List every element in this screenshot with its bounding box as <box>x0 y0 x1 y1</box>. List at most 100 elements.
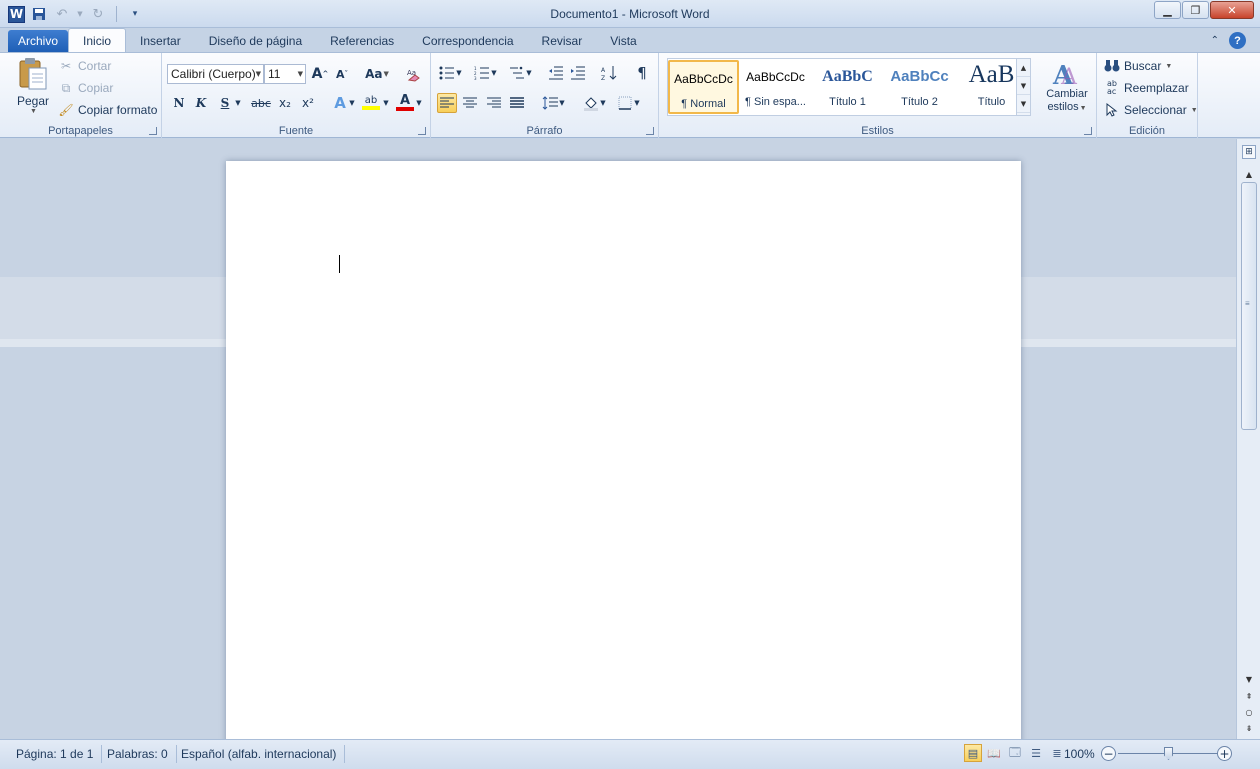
align-center-icon[interactable] <box>460 93 480 113</box>
format-painter-button[interactable]: 🖌 Copiar formato <box>58 102 157 118</box>
bold-icon[interactable]: N <box>169 93 189 113</box>
scroll-down-icon[interactable]: ▼ <box>1241 672 1257 686</box>
superscript-icon[interactable]: x² <box>298 93 318 113</box>
style-sin-espaciado-name: ¶ Sin espa... <box>745 96 806 108</box>
strikethrough-icon[interactable]: abc <box>250 93 272 113</box>
text-effects-dropdown-icon[interactable]: ▼ <box>348 93 356 113</box>
close-icon[interactable]: ✕ <box>1210 1 1254 19</box>
clear-formatting-icon[interactable]: Aa <box>404 64 424 84</box>
style-normal[interactable]: AaBbCcDc ¶ Normal <box>668 60 739 114</box>
styles-scroll-up-icon[interactable]: ▲ <box>1017 59 1030 77</box>
highlight-dropdown-icon[interactable]: ▼ <box>382 93 390 113</box>
tab-diseno-pagina[interactable]: Diseño de página <box>195 30 316 52</box>
highlight-icon[interactable]: ab <box>361 93 381 113</box>
web-layout-icon[interactable]: 🗔 <box>1006 744 1024 762</box>
shading-icon[interactable] <box>581 93 601 113</box>
tab-vista[interactable]: Vista <box>596 30 650 52</box>
styles-scroll-down-icon[interactable]: ▼ <box>1017 77 1030 95</box>
vertical-scrollbar[interactable]: ⊞ ▲ ≡ ▼ ⇞ ○ ⇟ <box>1236 139 1260 739</box>
styles-more-icon[interactable]: ▼ <box>1017 95 1030 113</box>
line-spacing-icon[interactable] <box>540 93 560 113</box>
align-right-icon[interactable] <box>484 93 504 113</box>
styles-launcher-icon[interactable] <box>1084 127 1092 135</box>
tab-insertar[interactable]: Insertar <box>126 30 195 52</box>
font-launcher-icon[interactable] <box>418 127 426 135</box>
numbering-dropdown-icon[interactable]: ▼ <box>490 63 498 83</box>
copy-label: Copiar <box>78 81 114 95</box>
tab-right-controls: ⌃ ? <box>1211 32 1246 49</box>
svg-text:Z: Z <box>601 75 605 81</box>
clipboard-launcher-icon[interactable] <box>149 127 157 135</box>
font-size-combo[interactable]: 11 ▼ <box>264 64 306 84</box>
subscript-icon[interactable]: x₂ <box>275 93 295 113</box>
full-screen-reading-icon[interactable]: 📖 <box>985 744 1003 762</box>
text-effects-icon[interactable]: A <box>330 93 350 113</box>
decrease-indent-icon[interactable] <box>546 63 566 83</box>
change-styles-button[interactable]: A A Cambiar estilos▼ <box>1043 58 1091 115</box>
sort-icon[interactable]: AZ <box>599 63 619 83</box>
bullets-icon[interactable] <box>437 63 457 83</box>
replace-button[interactable]: ab ac Reemplazar <box>1104 80 1189 96</box>
borders-dropdown-icon[interactable]: ▼ <box>633 93 641 113</box>
style-titulo-2[interactable]: AaBbCc Título 2 <box>884 60 955 114</box>
align-left-icon[interactable] <box>437 93 457 113</box>
line-spacing-dropdown-icon[interactable]: ▼ <box>558 93 566 113</box>
paragraph-launcher-icon[interactable] <box>646 127 654 135</box>
multilevel-list-icon[interactable] <box>507 63 527 83</box>
zoom-in-icon[interactable]: + <box>1217 746 1232 761</box>
document-page[interactable] <box>226 161 1021 739</box>
borders-icon[interactable] <box>615 93 635 113</box>
zoom-slider-thumb[interactable] <box>1164 747 1173 760</box>
increase-indent-icon[interactable] <box>568 63 588 83</box>
shading-dropdown-icon[interactable]: ▼ <box>599 93 607 113</box>
style-titulo-1[interactable]: AaBbC Título 1 <box>812 60 883 114</box>
font-name-combo[interactable]: Calibri (Cuerpo) ▼ <box>167 64 264 84</box>
status-page[interactable]: Página: 1 de 1 <box>8 745 103 763</box>
paste-button[interactable]: Pegar ▼ <box>12 57 54 119</box>
font-color-icon[interactable]: A <box>395 93 415 113</box>
shrink-font-icon[interactable]: Aˇ <box>332 64 352 84</box>
minimize-ribbon-icon[interactable]: ⌃ <box>1211 35 1219 46</box>
justify-icon[interactable] <box>507 93 527 113</box>
underline-dropdown-icon[interactable]: ▼ <box>233 93 243 113</box>
grow-font-icon[interactable]: A ^ <box>310 64 330 84</box>
next-page-icon[interactable]: ⇟ <box>1241 721 1257 735</box>
print-layout-icon[interactable]: ▤ <box>964 744 982 762</box>
help-icon[interactable]: ? <box>1229 32 1246 49</box>
status-language[interactable]: Español (alfab. internacional) <box>173 745 346 763</box>
select-button[interactable]: Seleccionar ▼ <box>1104 102 1198 118</box>
tab-inicio[interactable]: Inicio <box>68 28 127 52</box>
bullets-dropdown-icon[interactable]: ▼ <box>455 63 463 83</box>
multilevel-dropdown-icon[interactable]: ▼ <box>525 63 533 83</box>
paste-dropdown-icon[interactable]: ▼ <box>30 108 37 115</box>
numbering-icon[interactable]: 123 <box>472 63 492 83</box>
cut-button[interactable]: ✂ Cortar <box>58 58 111 74</box>
tab-referencias[interactable]: Referencias <box>316 30 408 52</box>
font-color-swatch <box>396 107 414 111</box>
tab-revisar[interactable]: Revisar <box>528 30 597 52</box>
find-button[interactable]: Buscar ▼ <box>1104 58 1172 74</box>
tab-archivo[interactable]: Archivo <box>8 30 69 52</box>
status-words[interactable]: Palabras: 0 <box>99 745 177 763</box>
zoom-level[interactable]: 100% <box>1064 745 1095 763</box>
style-sin-espaciado[interactable]: AaBbCcDc ¶ Sin espa... <box>740 60 811 114</box>
font-name-value: Calibri (Cuerpo) <box>171 67 256 81</box>
style-normal-name: ¶ Normal <box>681 98 726 110</box>
font-name-dropdown-icon[interactable]: ▼ <box>256 70 261 78</box>
restore-icon[interactable]: ❐ <box>1182 1 1209 19</box>
outline-view-icon[interactable]: ☰ <box>1027 744 1045 762</box>
tab-correspondencia[interactable]: Correspondencia <box>408 30 527 52</box>
previous-page-icon[interactable]: ⇞ <box>1241 689 1257 703</box>
zoom-out-icon[interactable]: − <box>1101 746 1116 761</box>
italic-icon[interactable]: K <box>191 93 211 113</box>
copy-button[interactable]: ⧉ Copiar <box>58 80 114 96</box>
minimize-icon[interactable]: ▁ <box>1154 1 1181 19</box>
font-size-dropdown-icon[interactable]: ▼ <box>298 70 303 78</box>
scroll-up-icon[interactable]: ▲ <box>1241 167 1257 181</box>
browse-object-icon[interactable]: ○ <box>1241 705 1257 719</box>
show-marks-icon[interactable]: ¶ <box>632 63 652 83</box>
change-case-icon[interactable]: Aa ▼ <box>363 64 391 84</box>
underline-icon[interactable]: S <box>215 93 235 113</box>
font-color-dropdown-icon[interactable]: ▼ <box>415 93 423 113</box>
ruler-toggle-icon[interactable]: ⊞ <box>1242 145 1256 159</box>
